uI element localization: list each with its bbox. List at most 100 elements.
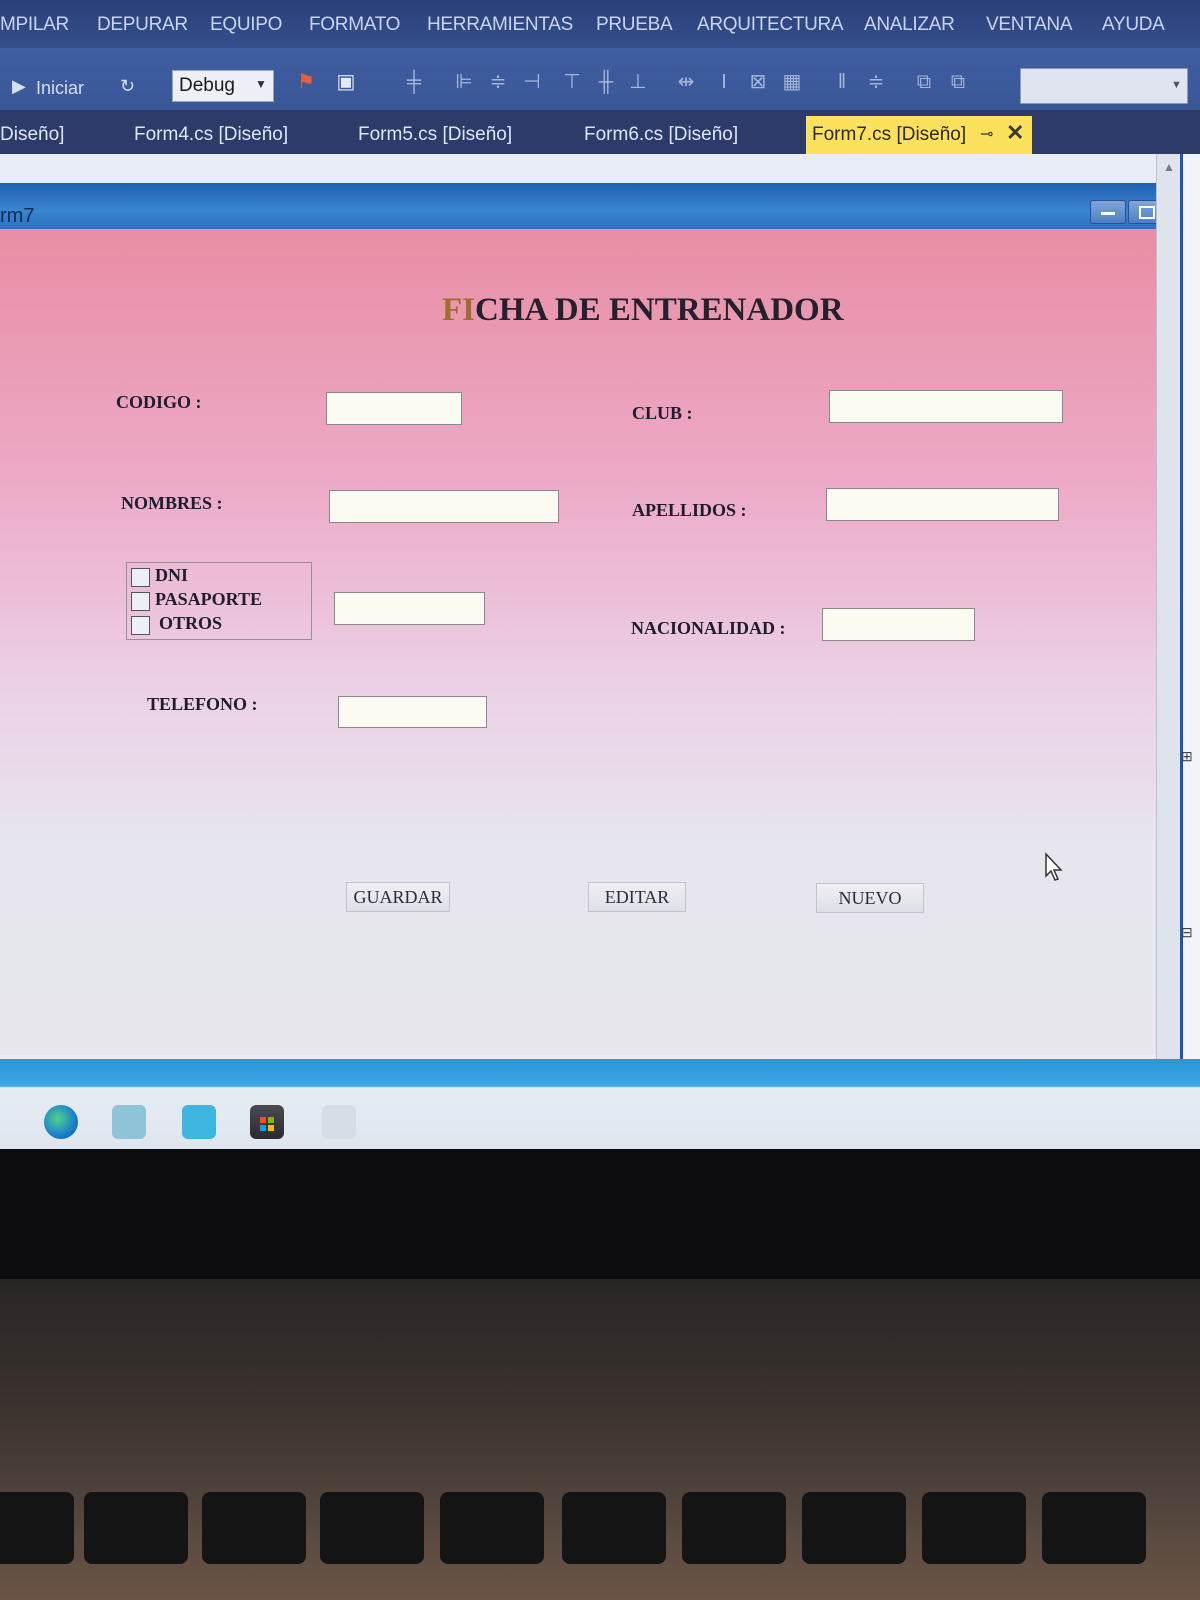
toolbar-combo[interactable]: ▼ [1020,68,1188,104]
menu-arquitectura[interactable]: ARQUITECTURA [697,14,844,36]
align-top-icon[interactable]: ⊤ [562,72,582,92]
form-body [0,229,1176,1055]
toolbox-icon[interactable]: ▣ [336,72,356,92]
key-f8 [440,1492,544,1564]
key-f5 [84,1492,188,1564]
codigo-input[interactable] [326,392,462,425]
store-square-green [268,1117,274,1123]
form-heading-prefix: FI [442,292,475,328]
flag-icon[interactable]: ⚑ [296,72,316,92]
nacionalidad-input[interactable] [822,608,975,641]
minimize-button[interactable] [1090,200,1126,224]
tab-diseno[interactable]: Diseño] [0,124,64,146]
align-middle-icon[interactable]: ╫ [596,72,616,92]
dni-checkbox[interactable] [131,568,150,587]
align-center-icon[interactable]: ≑ [488,72,508,92]
align-left-icon[interactable]: ⊫ [454,72,474,92]
nombres-input[interactable] [329,490,559,523]
chevron-down-icon: ▼ [1171,79,1182,91]
document-type-group: DNI PASAPORTE OTROS [126,562,312,640]
key-f12 [922,1492,1026,1564]
mail-icon[interactable] [112,1105,146,1139]
menu-analizar[interactable]: ANALIZAR [864,14,955,36]
form-window-title: rm7 [0,205,35,227]
start-button[interactable]: Iniciar [36,78,84,99]
key-f11 [802,1492,906,1564]
telefono-input[interactable] [338,696,487,728]
key-f10 [682,1492,786,1564]
editar-button[interactable]: EDITAR [588,882,686,912]
properties-panel-edge: ⊞ ⊟ [1180,154,1200,1059]
close-icon[interactable]: ✕ [1006,120,1024,146]
tab-form5[interactable]: Form5.cs [Diseño] [358,124,512,146]
maximize-icon [1139,206,1155,219]
pasaporte-checkbox[interactable] [131,592,150,611]
menu-compilar[interactable]: MPILAR [0,14,69,36]
tab-form6[interactable]: Form6.cs [Diseño] [584,124,738,146]
store-icon[interactable] [250,1105,284,1139]
scroll-up-icon[interactable]: ▲ [1163,160,1175,174]
menu-bar: MPILAR DEPURAR EQUIPO FORMATO HERRAMIENT… [0,0,1200,48]
align-bottom-icon[interactable]: ⊥ [628,72,648,92]
store-square-yellow [268,1125,274,1131]
otros-label: OTROS [159,613,223,633]
menu-formato[interactable]: FORMATO [309,14,400,36]
otros-checkbox[interactable] [131,616,150,635]
same-height-icon[interactable]: I [714,72,734,92]
pasaporte-label: PASAPORTE [155,589,263,609]
bring-front-icon[interactable]: ⧉ [914,72,934,92]
chevron-down-icon: ▼ [255,77,267,91]
align-right-icon[interactable]: ⊣ [522,72,542,92]
play-icon[interactable]: ▶ [12,76,26,97]
menu-ventana[interactable]: VENTANA [986,14,1073,36]
visual-studio-icon[interactable] [322,1105,356,1139]
codigo-label: CODIGO : [116,392,202,412]
nacionalidad-label: NACIONALIDAD : [631,618,786,638]
menu-prueba[interactable]: PRUEBA [596,14,673,36]
store-square-red [260,1117,266,1123]
designer-scrollbar[interactable]: ▲ [1156,154,1181,1059]
nuevo-button[interactable]: NUEVO [816,883,924,913]
configuration-select[interactable]: Debug ▼ [172,70,274,102]
apellidos-label: APELLIDOS : [632,500,747,520]
same-width-icon[interactable]: ⇹ [676,72,696,92]
screen-bezel [0,1149,1200,1279]
expand-icon[interactable]: ⊞ [1181,748,1193,765]
spacing-icon[interactable]: ‖ [832,72,852,92]
send-back-icon[interactable]: ⧉ [948,72,968,92]
key-f6 [202,1492,306,1564]
key-prtscr [1042,1492,1146,1564]
tab-form4[interactable]: Form4.cs [Diseño] [134,124,288,146]
form-title-bar: rm7 [0,183,1176,229]
edge-icon[interactable] [44,1105,78,1139]
pin-icon[interactable]: ⊸ [980,124,993,144]
align-icon[interactable]: ╪ [404,72,424,92]
collapse-icon[interactable]: ⊟ [1181,924,1193,941]
chat-icon[interactable] [182,1105,216,1139]
menu-ayuda[interactable]: AYUDA [1102,14,1165,36]
vertical-spacing-icon[interactable]: ≑ [866,72,886,92]
menu-herramientas[interactable]: HERRAMIENTAS [427,14,573,36]
apellidos-input[interactable] [826,488,1059,521]
key-f4 [0,1492,74,1564]
same-size-icon[interactable]: ⊠ [748,72,768,92]
store-square-blue [260,1125,266,1131]
document-number-input[interactable] [334,592,485,625]
dni-label: DNI [155,565,189,585]
tab-form7[interactable]: Form7.cs [Diseño] ⊸ ✕ [806,116,1032,154]
refresh-icon[interactable]: ↻ [120,76,135,97]
form-heading: FICHA DE ENTRENADOR [442,292,844,329]
menu-equipo[interactable]: EQUIPO [210,14,282,36]
nombres-label: NOMBRES : [121,493,223,513]
form-heading-rest: CHA DE ENTRENADOR [475,292,844,328]
club-input[interactable] [829,390,1063,423]
key-f7 [320,1492,424,1564]
mouse-cursor-icon [1045,852,1063,881]
guardar-button[interactable]: GUARDAR [346,882,450,912]
menu-depurar[interactable]: DEPURAR [97,14,188,36]
grid-icon[interactable]: ▦ [782,72,802,92]
configuration-value: Debug [179,75,235,96]
club-label: CLUB : [632,403,693,423]
telefono-label: TELEFONO : [147,694,258,714]
minimize-icon [1101,212,1115,215]
